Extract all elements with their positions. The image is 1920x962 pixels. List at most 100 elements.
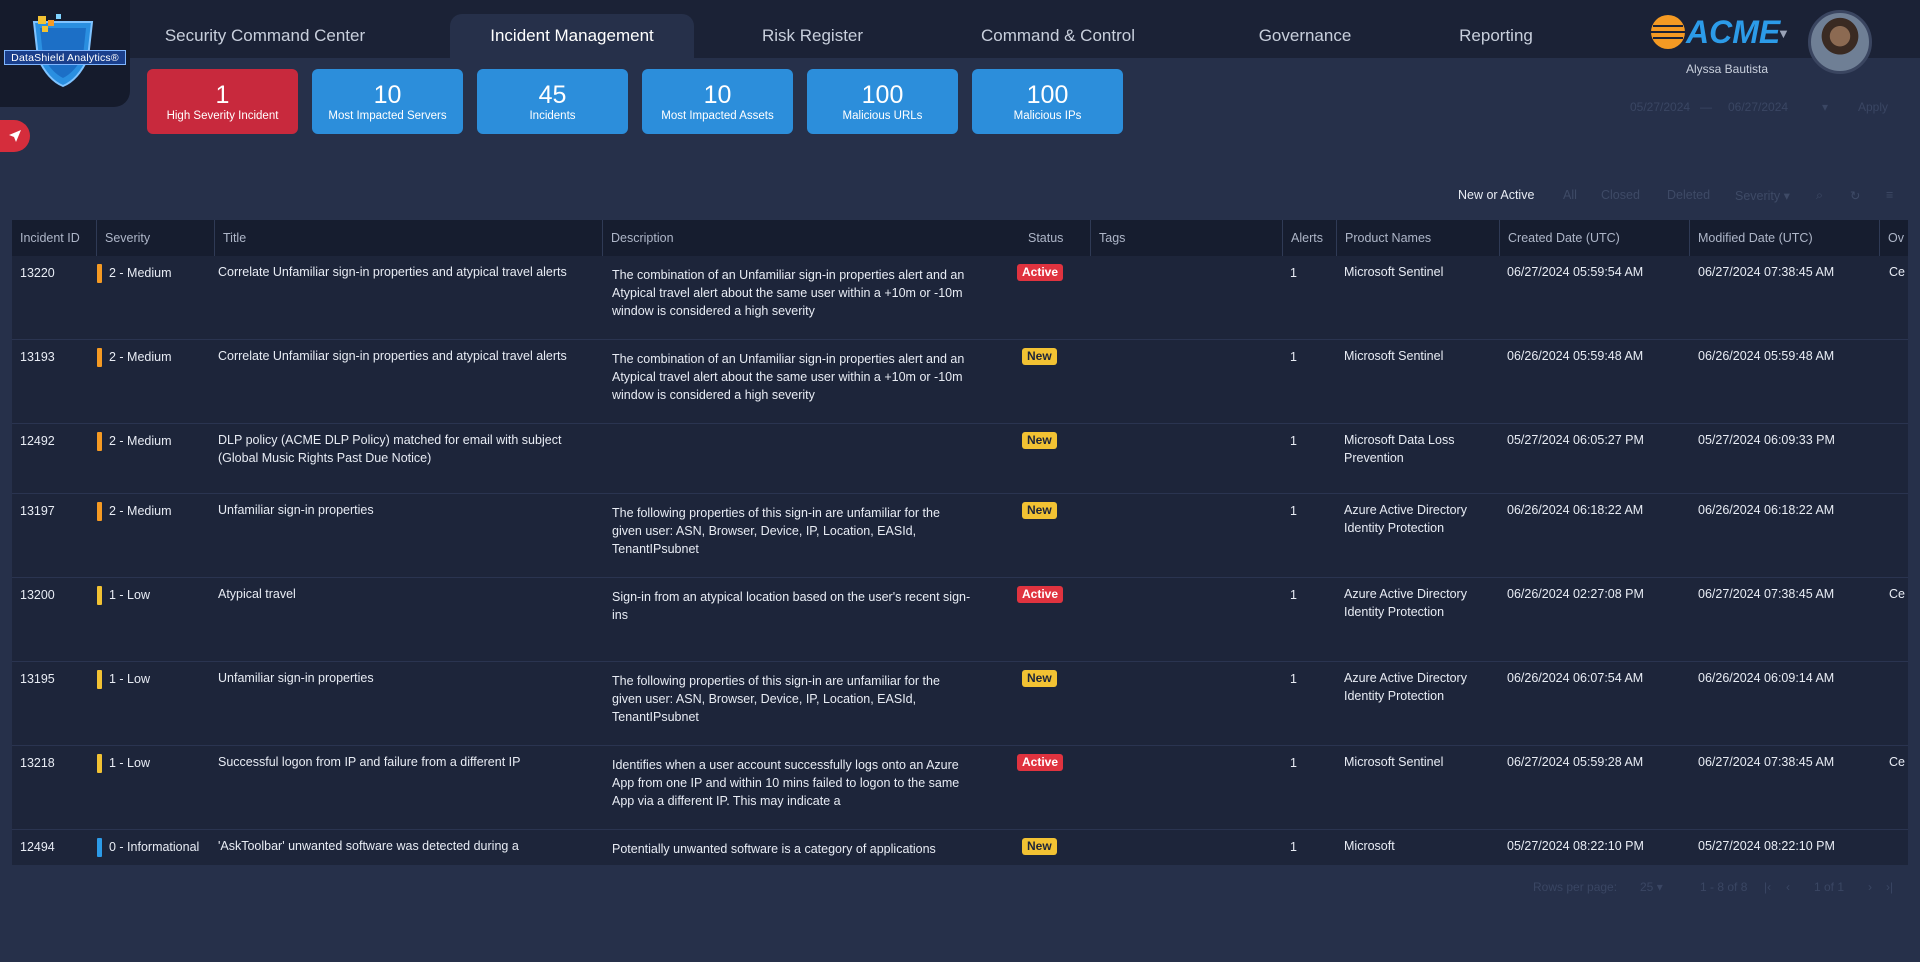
user-avatar[interactable] [1808,10,1872,74]
alert-count: 1 [1290,840,1297,854]
incident-description: Sign-in from an atypical location based … [612,590,971,622]
status-badge: Active [1017,586,1064,603]
previous-page-icon[interactable]: ‹ [1786,880,1790,894]
send-button[interactable] [0,120,30,152]
incident-title[interactable]: Atypical travel [218,585,588,603]
kpi-incidents[interactable]: 45 Incidents [477,69,628,134]
tab-incident-management[interactable]: Incident Management [450,14,694,58]
table-row[interactable]: 13195 1 - Low Unfamiliar sign-in propertie… [12,662,1908,746]
table-row[interactable]: 13218 1 - Low Successful logon from IP and… [12,746,1908,830]
modified-date: 06/26/2024 06:09:14 AM [1698,671,1835,685]
incident-title[interactable]: DLP policy (ACME DLP Policy) matched for… [218,431,588,467]
severity-label: 2 - Medium [109,504,172,518]
filter-deleted[interactable]: Deleted [1667,188,1710,202]
column-header-severity[interactable]: Severity [96,220,214,256]
alert-count: 1 [1290,672,1297,686]
tab-security-command-center[interactable]: Security Command Center [140,14,390,58]
incident-id[interactable]: 13193 [20,348,90,366]
rows-per-page-select[interactable]: 25 ▾ [1640,880,1663,894]
incident-id[interactable]: 12492 [20,432,90,450]
kpi-most-impacted-servers[interactable]: 10 Most Impacted Servers [312,69,463,134]
column-header-title[interactable]: Title [214,220,604,256]
column-header-alerts[interactable]: Alerts [1282,220,1340,256]
column-header-modified-date[interactable]: Modified Date (UTC) [1689,220,1881,256]
refresh-icon[interactable]: ↻ [1850,188,1860,203]
incident-id[interactable]: 12494 [20,838,90,856]
product-name: Azure Active Directory Identity Protecti… [1344,587,1467,619]
incident-id[interactable]: 13200 [20,586,90,604]
column-header-status[interactable]: Status [1020,220,1090,256]
modified-date: 05/27/2024 08:22:10 PM [1698,839,1835,853]
alert-count: 1 [1290,266,1297,280]
severity-indicator [97,670,102,689]
app-logo[interactable]: DataShield Analytics® [0,0,130,107]
last-page-icon[interactable]: ›| [1886,880,1893,894]
table-row[interactable]: 13200 1 - Low Atypical travel Sign-in from … [12,578,1908,662]
incident-title[interactable]: 'AskToolbar' unwanted software was detec… [218,837,588,855]
column-header-product-names[interactable]: Product Names [1336,220,1512,256]
table-row[interactable]: 12494 0 - Informational 'AskToolbar' unwan… [12,830,1908,865]
incident-title[interactable]: Successful logon from IP and failure fro… [218,753,588,771]
incident-description: The combination of an Unfamiliar sign-in… [612,352,965,402]
created-date: 06/26/2024 02:27:08 PM [1507,587,1644,601]
kpi-label: High Severity Incident [166,110,279,122]
severity-label: 0 - Informational [109,840,200,854]
incident-title[interactable]: Unfamiliar sign-in properties [218,501,588,519]
tab-reporting[interactable]: Reporting [1420,14,1572,58]
tab-risk-register[interactable]: Risk Register [720,14,905,58]
kpi-most-impacted-assets[interactable]: 10 Most Impacted Assets [642,69,793,134]
kpi-malicious-ips[interactable]: 100 Malicious IPs [972,69,1123,134]
product-name: Azure Active Directory Identity Protecti… [1344,503,1467,535]
severity-dropdown[interactable]: Severity ▾ [1735,188,1790,203]
incident-title[interactable]: Correlate Unfamiliar sign-in properties … [218,263,588,281]
severity-indicator [97,502,102,521]
kpi-label: Malicious IPs [1013,110,1082,122]
kpi-high-severity-incident[interactable]: 1 High Severity Incident [147,69,298,134]
rows-per-page-value: 25 [1640,880,1654,894]
date-end-input[interactable]: 06/27/2024 [1728,100,1788,114]
severity-indicator [97,264,102,283]
incident-id[interactable]: 13195 [20,670,90,688]
created-date: 05/27/2024 08:22:10 PM [1507,839,1644,853]
next-page-icon[interactable]: › [1868,880,1872,894]
tab-governance[interactable]: Governance [1210,14,1400,58]
table-row[interactable]: 13193 2 - Medium Correlate Unfamiliar sign… [12,340,1908,424]
tab-command-control[interactable]: Command & Control [940,14,1176,58]
severity-label: 2 - Medium [109,350,172,364]
first-page-icon[interactable]: |‹ [1764,880,1771,894]
filter-all[interactable]: All [1563,188,1577,202]
send-arrow-icon [9,130,21,142]
incident-title[interactable]: Correlate Unfamiliar sign-in properties … [218,347,588,365]
severity-indicator [97,432,102,451]
incident-description: The combination of an Unfamiliar sign-in… [612,268,965,318]
created-date: 06/27/2024 05:59:54 AM [1507,265,1644,279]
incident-id[interactable]: 13197 [20,502,90,520]
created-date: 06/27/2024 05:59:28 AM [1507,755,1644,769]
brand-name: ACME [1685,14,1782,50]
filter-closed[interactable]: Closed [1601,188,1640,202]
incident-id[interactable]: 13218 [20,754,90,772]
kpi-label: Most Impacted Assets [661,110,774,122]
acme-brand-logo[interactable]: ACME [1648,12,1788,52]
search-icon[interactable]: ⌕ [1816,188,1823,203]
column-header-incident-id[interactable]: Incident ID [12,220,96,256]
apply-button[interactable]: Apply [1858,100,1888,114]
status-badge: New [1022,670,1057,687]
calendar-dropdown-icon[interactable]: ▾ [1822,100,1828,114]
brand-dropdown-chevron-icon[interactable]: ▼ [1777,26,1790,41]
filter-new-or-active[interactable]: New or Active [1458,188,1534,202]
kpi-value: 45 [538,81,567,109]
table-row[interactable]: 13220 2 - Medium Correlate Unfamiliar sign… [12,256,1908,340]
incident-id[interactable]: 13220 [20,264,90,282]
date-start-input[interactable]: 05/27/2024 [1630,100,1690,114]
column-header-description[interactable]: Description [602,220,1002,256]
kpi-malicious-urls[interactable]: 100 Malicious URLs [807,69,958,134]
menu-icon[interactable]: ≡ [1886,188,1893,202]
column-header-owner[interactable]: Ov [1879,220,1908,256]
table-row[interactable]: 13197 2 - Medium Unfamiliar sign-in proper… [12,494,1908,578]
incident-title[interactable]: Unfamiliar sign-in properties [218,669,588,687]
column-header-created-date[interactable]: Created Date (UTC) [1499,220,1689,256]
modified-date: 06/27/2024 07:38:45 AM [1698,265,1835,279]
column-header-tags[interactable]: Tags [1090,220,1290,256]
table-row[interactable]: 12492 2 - Medium DLP policy (ACME DLP Poli… [12,424,1908,494]
